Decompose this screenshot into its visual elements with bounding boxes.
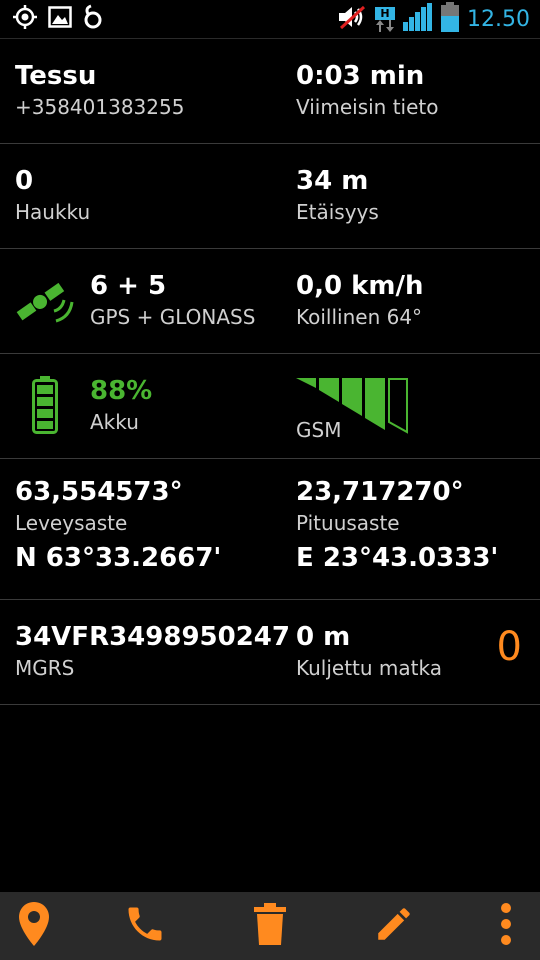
latitude-dm: N 63°33.2667' — [15, 543, 222, 573]
bark-count: 0 — [15, 166, 34, 196]
trash-icon — [253, 902, 287, 950]
gps-icon — [12, 4, 38, 34]
mgrs-value: 34VFR3498950247 — [15, 622, 290, 652]
image-icon — [48, 6, 72, 32]
bottom-action-bar — [0, 892, 540, 960]
location-pin-icon — [18, 901, 50, 951]
location-button[interactable] — [0, 892, 79, 960]
edit-icon — [373, 903, 415, 949]
heading-label: Koillinen 64° — [296, 305, 423, 329]
bark-row: 0 Haukku 34 m Etäisyys — [0, 144, 540, 249]
signal-icon — [403, 3, 433, 35]
satellite-label: GPS + GLONASS — [90, 305, 256, 329]
network-icon: H — [375, 6, 396, 32]
clock: 12.50 — [467, 6, 530, 32]
latitude-label: Leveysaste — [15, 511, 128, 535]
distance-label: Etäisyys — [296, 200, 379, 224]
satellite-row: 6 + 5 GPS + GLONASS 0,0 km/h Koillinen 6… — [0, 249, 540, 354]
collar-battery-icon — [32, 376, 58, 438]
gsm-label: GSM — [296, 418, 342, 442]
edit-button[interactable] — [349, 892, 439, 960]
coordinates-row: 63,554573° Leveysaste N 63°33.2667' 23,7… — [0, 459, 540, 600]
contact-row[interactable]: Tessu +358401383255 0:03 min Viimeisin t… — [0, 39, 540, 144]
phone-number: +358401383255 — [15, 95, 185, 119]
distance-value: 34 m — [296, 166, 369, 196]
last-update-value: 0:03 min — [296, 61, 425, 91]
delete-button[interactable] — [225, 892, 315, 960]
network-badge: H — [375, 6, 396, 20]
mgrs-label: MGRS — [15, 656, 75, 680]
app-icon — [82, 4, 104, 34]
satellite-count: 6 + 5 — [90, 271, 167, 301]
battery-label: Akku — [90, 410, 139, 434]
speed-value: 0,0 km/h — [296, 271, 424, 301]
battery-percent: 88% — [90, 376, 153, 406]
bark-label: Haukku — [15, 200, 91, 224]
latitude-value: 63,554573° — [15, 477, 183, 507]
battery-icon — [441, 2, 460, 36]
satellite-icon — [14, 269, 76, 335]
mute-icon — [337, 4, 367, 34]
dog-name: Tessu — [15, 61, 97, 91]
trip-counter[interactable]: 0 — [497, 624, 522, 670]
last-update-label: Viimeisin tieto — [296, 95, 439, 119]
longitude-dm: E 23°43.0333' — [296, 543, 499, 573]
traveled-value: 0 m — [296, 622, 351, 652]
traveled-label: Kuljettu matka — [296, 656, 442, 680]
mgrs-row: 34VFR3498950247 MGRS 0 m Kuljettu matka … — [0, 600, 540, 705]
battery-row: 88% Akku GSM — [0, 354, 540, 459]
overflow-menu-button[interactable] — [461, 892, 540, 960]
longitude-value: 23,717270° — [296, 477, 464, 507]
call-button[interactable] — [100, 892, 190, 960]
phone-icon — [123, 902, 167, 950]
status-bar: H 12.50 — [0, 0, 540, 39]
more-icon — [500, 902, 512, 950]
longitude-label: Pituusaste — [296, 511, 400, 535]
